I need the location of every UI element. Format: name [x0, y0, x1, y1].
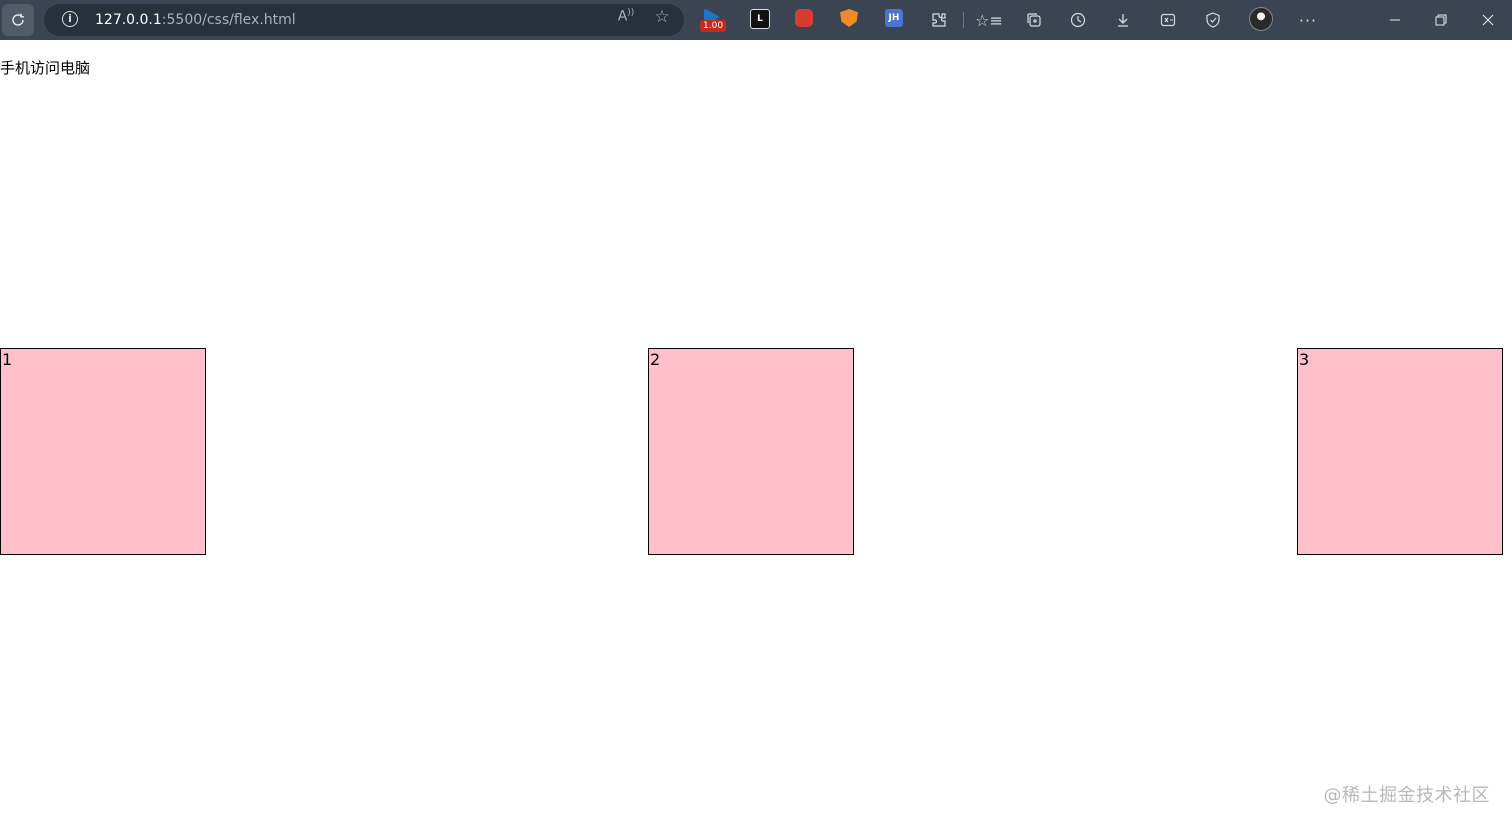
downloads-icon[interactable] — [1109, 6, 1137, 34]
reload-icon — [12, 13, 24, 26]
performance-icon[interactable] — [1199, 6, 1227, 34]
more-menu-icon[interactable]: ··· — [1294, 6, 1322, 34]
reload-button[interactable] — [2, 4, 34, 36]
add-favorite-icon[interactable]: ☆ — [650, 7, 674, 27]
url-text[interactable]: 127.0.0.1:5500/css/flex.html — [95, 4, 296, 36]
shield-extension-icon[interactable] — [840, 9, 858, 27]
toolbar-separator — [963, 12, 964, 28]
flex-item-3: 3 — [1297, 348, 1503, 555]
favorites-icon[interactable]: ☆≡ — [975, 6, 1003, 34]
extension-badge: 1.00 — [700, 20, 727, 32]
jh-extension-icon[interactable]: JH — [885, 9, 903, 27]
minimize-icon[interactable] — [1381, 6, 1409, 34]
history-icon[interactable] — [1064, 6, 1092, 34]
restore-icon[interactable] — [1427, 6, 1455, 34]
collections-icon[interactable] — [1020, 6, 1048, 34]
close-icon[interactable] — [1474, 6, 1502, 34]
page-heading-text: 手机访问电脑 — [0, 59, 91, 77]
url-path: :5500/css/flex.html — [161, 12, 296, 28]
extensions-puzzle-icon[interactable] — [925, 6, 953, 34]
flex-item-1: 1 — [0, 348, 206, 555]
browser-toolbar: i 127.0.0.1:5500/css/flex.html A)) ☆ 1.0… — [0, 0, 1512, 40]
cube-extension-icon[interactable] — [795, 9, 813, 27]
profile-avatar[interactable] — [1249, 7, 1273, 31]
read-aloud-icon[interactable]: A)) — [614, 8, 638, 25]
url-host: 127.0.0.1 — [95, 12, 162, 28]
flex-item-2: 2 — [648, 348, 854, 555]
address-bar[interactable]: i 127.0.0.1:5500/css/flex.html A)) ☆ — [44, 4, 684, 36]
watermark-text: @稀土掘金技术社区 — [1323, 785, 1490, 806]
site-info-icon[interactable]: i — [62, 11, 78, 27]
math-solver-icon[interactable] — [1154, 6, 1182, 34]
l-extension-icon[interactable]: L — [750, 9, 770, 29]
